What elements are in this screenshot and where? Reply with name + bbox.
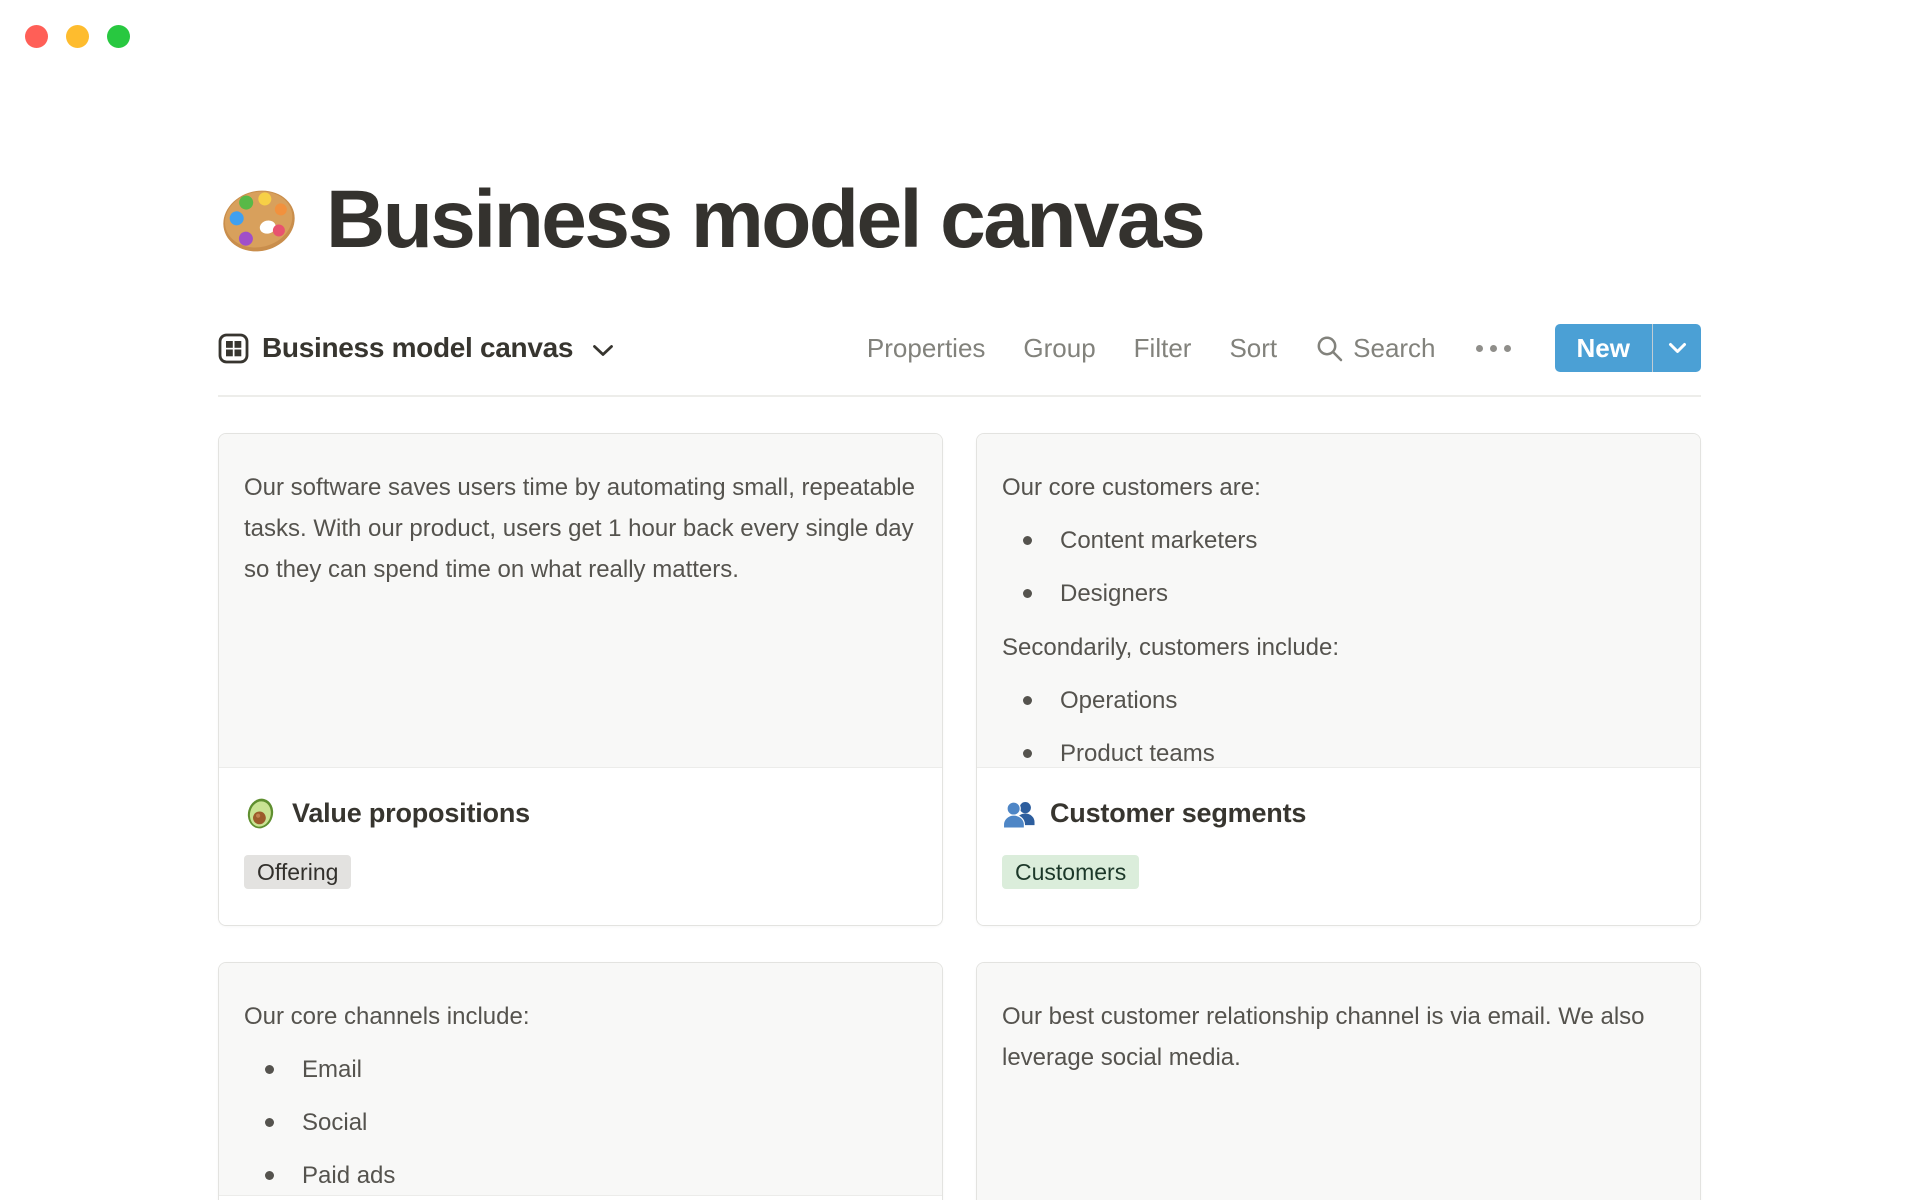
close-window-button[interactable] [25, 25, 48, 48]
preview-list-item: Social [244, 1103, 918, 1143]
bullet-icon [265, 1065, 274, 1074]
filter-label: Filter [1133, 332, 1192, 363]
page-header: Business model canvas [218, 0, 1701, 268]
preview-list-item: Designers [1002, 574, 1676, 614]
search-button[interactable]: Search [1315, 332, 1436, 364]
bullet-icon [265, 1171, 274, 1180]
view-toolbar: Business model canvas Properties Group F… [218, 324, 1701, 372]
gallery-view: Our software saves users time by automat… [218, 433, 1701, 1200]
group-button[interactable]: Group [1023, 333, 1095, 364]
preview-paragraph: Our best customer relationship channel i… [1002, 1003, 1645, 1071]
preview-list-item: Email [244, 1050, 918, 1090]
search-icon [1317, 336, 1343, 361]
preview-list-item: Product teams [1002, 734, 1676, 767]
preview-paragraph: Our core customers are: [1002, 474, 1261, 501]
search-label: Search [1353, 332, 1436, 363]
card-value-propositions[interactable]: Our software saves users time by automat… [218, 433, 943, 926]
bullet-icon [1023, 749, 1032, 758]
properties-label: Properties [866, 332, 986, 363]
view-selector[interactable]: Business model canvas [218, 332, 614, 364]
chevron-down-icon [593, 344, 614, 356]
card-footer: Value propositions Offering [219, 767, 942, 925]
card-preview: Our best customer relationship channel i… [977, 963, 1700, 1200]
new-button[interactable]: New [1554, 324, 1652, 372]
preview-paragraph: Secondarily, customers include: [1002, 634, 1340, 661]
zoom-window-button[interactable] [107, 25, 130, 48]
tag-customers: Customers [1002, 855, 1140, 889]
avocado-icon [247, 798, 274, 829]
preview-paragraph: Our software saves users time by automat… [244, 474, 915, 583]
sort-label: Sort [1229, 332, 1278, 363]
card-channels[interactable]: Our core channels include: Email Social … [218, 962, 943, 1200]
card-customer-segments[interactable]: Our core customers are: Content marketer… [976, 433, 1701, 926]
preview-paragraph: Our core channels include: [244, 1003, 530, 1030]
card-preview: Our software saves users time by automat… [219, 434, 942, 767]
toolbar-actions: Properties Group Filter Sort Search New [867, 324, 1701, 372]
new-button-group: New [1554, 324, 1701, 372]
tag-offering: Offering [244, 855, 352, 889]
sort-button[interactable]: Sort [1229, 333, 1277, 364]
more-options-icon[interactable] [1474, 344, 1513, 352]
group-label: Group [1023, 332, 1096, 363]
busts-in-silhouette-icon [1002, 801, 1035, 829]
card-footer [219, 1195, 942, 1200]
bullet-icon [1023, 589, 1032, 598]
card-customer-relationships[interactable]: Our best customer relationship channel i… [976, 962, 1701, 1200]
preview-list-item: Paid ads [244, 1156, 918, 1195]
properties-button[interactable]: Properties [867, 333, 986, 364]
card-title: Customer segments [1050, 798, 1307, 828]
bullet-icon [1023, 696, 1032, 705]
bullet-icon [1023, 536, 1032, 545]
minimize-window-button[interactable] [66, 25, 89, 48]
card-preview: Our core customers are: Content marketer… [977, 434, 1700, 767]
artist-palette-icon [223, 190, 295, 252]
page-title: Business model canvas [326, 174, 1206, 265]
preview-list-item: Content marketers [1002, 521, 1676, 561]
filter-button[interactable]: Filter [1134, 333, 1192, 364]
chevron-down-icon [1668, 343, 1686, 353]
card-preview: Our core channels include: Email Social … [219, 963, 942, 1195]
page-content: Business model canvas Business model can… [218, 0, 1701, 1200]
bullet-icon [265, 1118, 274, 1127]
window-controls [25, 25, 130, 48]
gallery-view-icon [218, 333, 249, 363]
new-dropdown-button[interactable] [1653, 324, 1701, 372]
card-title: Value propositions [292, 798, 530, 828]
view-title: Business model canvas [262, 332, 574, 363]
preview-list-item: Operations [1002, 681, 1676, 721]
card-footer: Customer segments Customers [977, 767, 1700, 925]
toolbar-divider [218, 395, 1701, 397]
